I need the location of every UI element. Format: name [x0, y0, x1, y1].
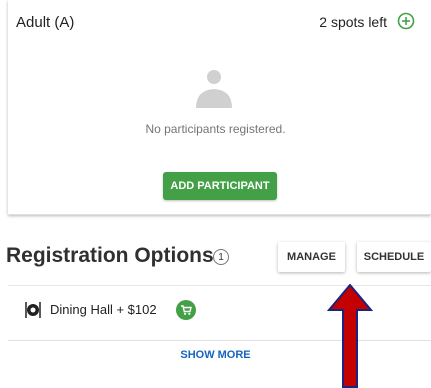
- add-participant-button[interactable]: ADD PARTICIPANT: [163, 172, 277, 200]
- spots-left-label: 2 spots left: [319, 14, 387, 30]
- add-circle-icon[interactable]: [397, 12, 415, 30]
- registration-option-label: Dining Hall + $102: [50, 302, 157, 317]
- red-arrow-annotation: [326, 284, 374, 388]
- registration-options-title: Registration Options: [6, 244, 214, 267]
- empty-participants-message: No participants registered.: [145, 122, 286, 136]
- dining-icon: [25, 302, 41, 318]
- manage-button[interactable]: MANAGE: [278, 242, 345, 272]
- person-placeholder-icon: [196, 70, 232, 108]
- options-count-badge: 1: [213, 249, 229, 265]
- cart-icon[interactable]: [176, 300, 196, 320]
- schedule-button[interactable]: SCHEDULE: [357, 242, 431, 272]
- category-label: Adult (A): [16, 14, 75, 31]
